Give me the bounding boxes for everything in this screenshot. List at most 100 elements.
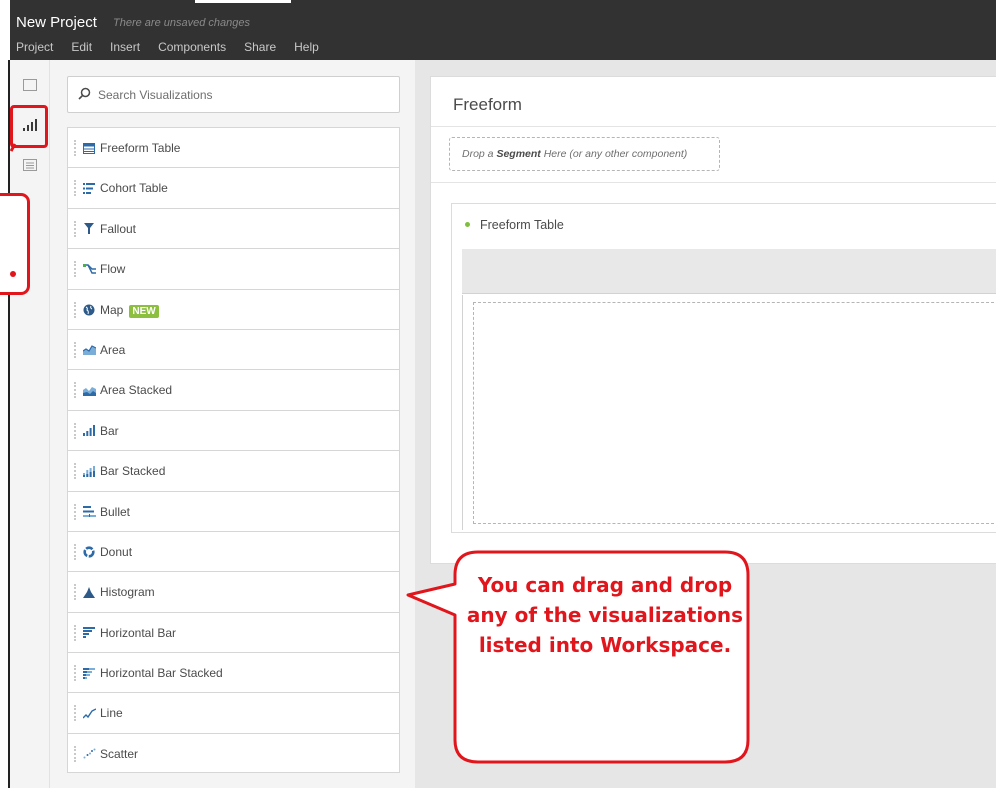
freeform-table-visualization: Freeform Table (451, 203, 996, 533)
vis-label: Line (100, 706, 123, 721)
flow-icon (82, 262, 96, 276)
vis-label: Bar (100, 423, 119, 438)
vis-label: Flow (100, 262, 126, 277)
vis-item-line[interactable]: Line (67, 692, 400, 733)
table-body (462, 295, 996, 530)
area-stacked-icon (82, 383, 96, 397)
vis-item-bullet[interactable]: Bullet (67, 490, 400, 531)
drag-handle[interactable] (74, 261, 76, 278)
app-header: New Project There are unsaved changes Pr… (10, 0, 996, 60)
menu-bar: Project Edit Insert Components Share Hel… (16, 40, 319, 54)
drag-handle[interactable] (74, 382, 76, 399)
map-icon (82, 303, 96, 317)
drag-handle[interactable] (74, 140, 76, 156)
new-badge: NEW (129, 304, 159, 318)
bar-icon (82, 424, 96, 438)
drag-handle[interactable] (74, 665, 76, 682)
vis-label: Freeform Table (100, 141, 181, 155)
callout-period (10, 271, 16, 277)
vis-item-fallout[interactable]: Fallout (67, 207, 400, 249)
donut-icon (82, 545, 96, 559)
vis-item-horizontal-bar[interactable]: Horizontal Bar (67, 611, 400, 653)
vis-item-bar[interactable]: Bar (67, 409, 400, 451)
loading-indicator (195, 0, 291, 3)
vis-label: Area Stacked (100, 383, 173, 398)
visualization-title[interactable]: Freeform Table (480, 218, 564, 232)
drag-handle[interactable] (74, 745, 76, 762)
drag-handle[interactable] (74, 503, 76, 520)
vis-label: Map NEW (100, 303, 159, 318)
vis-item-cohort-table[interactable]: Cohort Table (67, 167, 400, 208)
panel-icon[interactable] (20, 75, 40, 95)
drag-handle[interactable] (74, 543, 76, 560)
vis-item-donut[interactable]: Donut (67, 530, 400, 572)
scatter-icon (82, 747, 96, 761)
menu-project[interactable]: Project (16, 40, 53, 54)
segment-drop-zone[interactable]: Drop a Segment Here (or any other compon… (449, 137, 720, 171)
left-callout (0, 193, 30, 295)
visualizations-panel: Freeform Table Cohort Table Fallout Flow… (50, 60, 415, 788)
menu-help[interactable]: Help (294, 40, 319, 54)
vis-label: Bullet (100, 504, 131, 519)
vis-label: Donut (100, 544, 133, 559)
segment-drop-bold: Segment (496, 148, 541, 160)
left-rail (10, 60, 50, 788)
drag-handle[interactable] (74, 341, 76, 358)
vis-label: Horizontal Bar (100, 625, 177, 640)
freeform-panel: Freeform Drop a Segment Here (or any oth… (430, 76, 996, 564)
vis-item-flow[interactable]: Flow (67, 248, 400, 289)
menu-insert[interactable]: Insert (110, 40, 140, 54)
vis-item-area[interactable]: Area (67, 328, 400, 370)
segment-drop-prefix: Drop a (462, 148, 497, 160)
visualization-list: Freeform Table Cohort Table Fallout Flow… (67, 127, 400, 774)
divider (431, 126, 996, 127)
vis-label: Bar Stacked (100, 464, 166, 479)
horizontal-bar-stacked-icon (82, 666, 96, 680)
vis-item-freeform-table[interactable]: Freeform Table (67, 127, 400, 168)
menu-edit[interactable]: Edit (71, 40, 92, 54)
search-box (67, 76, 400, 113)
divider (431, 182, 996, 183)
fallout-icon (82, 222, 96, 236)
vis-label: Horizontal Bar Stacked (100, 666, 223, 681)
drag-handle[interactable] (74, 584, 76, 601)
drag-handle[interactable] (74, 624, 76, 641)
highlight-box (10, 105, 48, 148)
segment-drop-suffix: Here (or any other component) (540, 148, 688, 160)
vis-label: Fallout (100, 221, 137, 236)
menu-components[interactable]: Components (158, 40, 226, 54)
status-dot (465, 222, 470, 227)
callout-text: You can drag and drop any of the visuali… (466, 573, 744, 657)
drag-handle[interactable] (74, 220, 76, 237)
menu-share[interactable]: Share (244, 40, 276, 54)
vis-item-horizontal-bar-stacked[interactable]: Horizontal Bar Stacked (67, 652, 400, 693)
bar-stacked-icon (82, 464, 96, 478)
vis-item-bar-stacked[interactable]: Bar Stacked (67, 450, 400, 491)
vis-item-scatter[interactable]: Scatter (67, 732, 400, 774)
map-label: Map (100, 302, 124, 317)
vis-label: Cohort Table (100, 181, 168, 196)
vis-label: Scatter (100, 746, 139, 761)
drag-handle[interactable] (74, 180, 76, 197)
horizontal-bar-icon (82, 626, 96, 640)
drag-handle[interactable] (74, 422, 76, 439)
dimension-drop-zone[interactable] (473, 302, 996, 524)
area-icon (82, 343, 96, 357)
drag-handle[interactable] (74, 463, 76, 480)
drag-handle[interactable] (74, 705, 76, 722)
table-rows-icon[interactable] (20, 155, 40, 175)
vis-item-area-stacked[interactable]: Area Stacked (67, 369, 400, 410)
vis-item-map[interactable]: Map NEW (67, 288, 400, 329)
bullet-icon (82, 505, 96, 519)
drag-handle[interactable] (74, 301, 76, 318)
line-icon (82, 706, 96, 720)
vis-item-histogram[interactable]: Histogram (67, 571, 400, 612)
project-title[interactable]: New Project (16, 14, 97, 31)
search-input[interactable] (98, 84, 388, 106)
unsaved-changes-note: There are unsaved changes (113, 17, 250, 29)
vis-label: Histogram (100, 585, 155, 600)
freeform-table-icon (82, 141, 96, 155)
table-header-area (462, 249, 996, 294)
search-icon (78, 87, 91, 105)
panel-title[interactable]: Freeform (453, 95, 522, 115)
